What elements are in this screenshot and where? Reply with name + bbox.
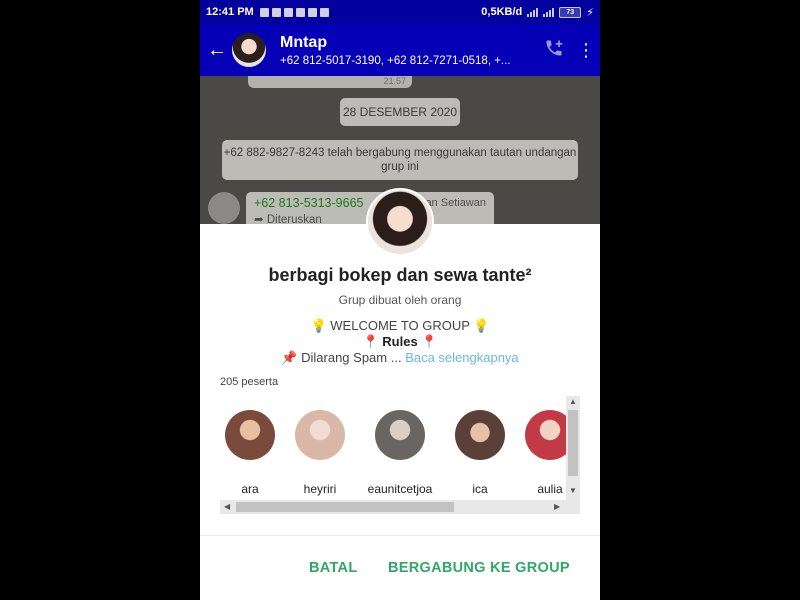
chat-subtitle: +62 812-5017-3190, +62 812-7271-0518, +.…	[280, 54, 511, 67]
network-speed: 0,5KB/d	[481, 6, 523, 18]
group-creator: Grup dibuat oleh orang	[338, 293, 462, 307]
scroll-right-icon[interactable]: ▶	[554, 502, 560, 511]
app-notification-icon	[319, 7, 329, 17]
participant-item[interactable]: eaunitcetjoa	[365, 410, 435, 496]
avatar[interactable]	[208, 192, 240, 224]
app-notification-icon	[307, 7, 317, 17]
vertical-scrollbar[interactable]: ▲ ▼	[566, 396, 580, 500]
participant-name: heyriri	[303, 482, 337, 496]
join-group-button[interactable]: BERGABUNG KE GROUP	[388, 560, 570, 576]
signal-icon	[527, 7, 539, 17]
description-snippet: 📌 Dilarang Spam ...	[281, 350, 402, 365]
participant-item[interactable]: heyriri	[285, 410, 355, 496]
more-vertical-icon[interactable]: ⋮	[572, 40, 600, 61]
group-description-line3: 📌 Dilarang Spam ... Baca selengkapnya	[200, 350, 600, 366]
chat-header-info[interactable]: Mntap +62 812-5017-3190, +62 812-7271-05…	[280, 34, 536, 67]
chat-notification-icon	[271, 7, 281, 17]
participant-item[interactable]: ara	[215, 410, 285, 496]
group-description-line2: 📍 Rules 📍	[200, 334, 600, 350]
participant-item[interactable]: ica	[445, 410, 515, 496]
chat-title: Mntap	[280, 33, 328, 51]
participant-name: eaunitcetjoa	[367, 482, 433, 496]
call-add-icon[interactable]	[536, 38, 572, 63]
divider	[200, 535, 600, 536]
avatar	[455, 410, 505, 460]
charging-icon: ⚡	[586, 6, 594, 19]
status-time: 12:41 PM	[206, 6, 254, 18]
group-description-line1: 💡 WELCOME TO GROUP 💡	[310, 318, 490, 333]
status-right: 0,5KB/d 73 ⚡	[481, 6, 594, 19]
message-notification-icon	[259, 7, 269, 17]
cancel-button[interactable]: BATAL	[309, 560, 357, 576]
participant-name: ara	[241, 482, 259, 496]
scroll-down-icon[interactable]: ▼	[569, 486, 577, 495]
group-name: berbagi bokep dan sewa tante²	[268, 265, 532, 285]
pin-icon: 📍	[362, 334, 379, 349]
app-notification-icon	[295, 7, 305, 17]
avatar	[295, 410, 345, 460]
rules-label: Rules	[382, 334, 418, 349]
scrollbar-thumb[interactable]	[236, 502, 454, 512]
scroll-up-icon[interactable]: ▲	[569, 397, 577, 406]
message-time: 21.57	[383, 76, 406, 86]
avatar[interactable]	[232, 33, 266, 67]
date-chip: 28 DESEMBER 2020	[340, 98, 460, 126]
arrow-left-icon[interactable]: ←	[202, 39, 232, 62]
app-notification-icon	[283, 7, 293, 17]
avatar	[375, 410, 425, 460]
phone-screen: 12:41 PM 0,5KB/d 73 ⚡ ← Mntap +62 812-50…	[200, 0, 600, 600]
system-message: +62 882-9827-8243 telah bergabung menggu…	[222, 140, 578, 180]
signal-icon	[543, 7, 555, 17]
participants-list[interactable]: ara heyriri eaunitcetjoa ica aulia ▲ ▼ ◀…	[220, 396, 580, 514]
chat-header: ← Mntap +62 812-5017-3190, +62 812-7271-…	[200, 24, 600, 76]
notification-icons	[259, 7, 329, 17]
status-bar: 12:41 PM 0,5KB/d 73 ⚡	[200, 0, 600, 24]
avatar	[225, 410, 275, 460]
scroll-left-icon[interactable]: ◀	[224, 502, 230, 511]
participants-count: 205 peserta	[220, 376, 279, 388]
group-avatar	[366, 188, 434, 256]
previous-message: 21.57	[248, 76, 412, 88]
read-more-link[interactable]: Baca selengkapnya	[405, 350, 518, 365]
horizontal-scrollbar[interactable]: ◀ ▶	[220, 500, 580, 514]
scrollbar-thumb[interactable]	[568, 410, 578, 476]
participant-name: ica	[472, 482, 488, 496]
pin-icon: 📍	[421, 334, 438, 349]
battery-icon: 73	[559, 6, 582, 18]
